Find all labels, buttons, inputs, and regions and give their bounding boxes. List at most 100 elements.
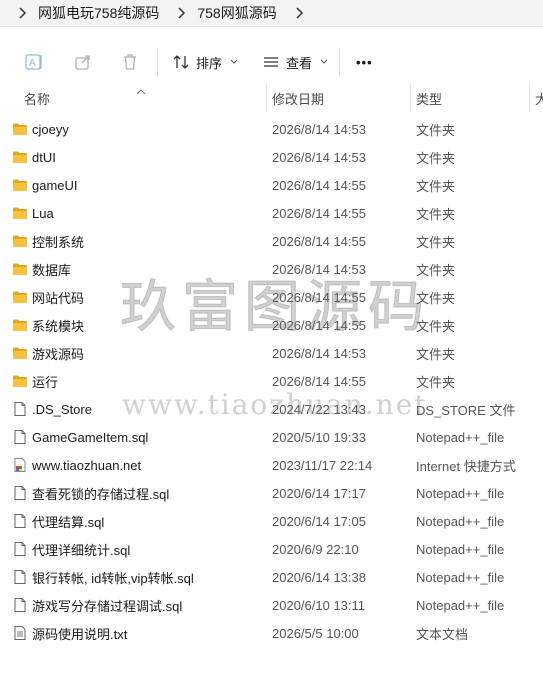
- file-modified-date: 2020/6/14 13:38: [272, 569, 366, 585]
- column-size-header[interactable]: 大: [535, 84, 543, 112]
- list-item[interactable]: 游戏写分存储过程调试.sql 2020/6/10 13:11 Notepad++_f…: [0, 591, 543, 619]
- chevron-down-icon: [320, 59, 328, 64]
- file-type: Notepad++_file: [416, 429, 505, 445]
- sort-button[interactable]: 排序: [172, 50, 238, 74]
- file-icon: [12, 429, 28, 445]
- file-name: 游戏写分存储过程调试.sql: [32, 598, 183, 614]
- sort-icon: [173, 55, 189, 69]
- column-header: 名称 修改日期 类型 大: [0, 84, 543, 112]
- folder-icon: [12, 205, 28, 221]
- file-type: Notepad++_file: [416, 541, 505, 557]
- list-item[interactable]: 游戏源码 2026/8/14 14:53 文件夹: [0, 339, 543, 367]
- file-type: DS_STORE 文件: [416, 402, 516, 418]
- file-name: GameGameItem.sql: [32, 429, 149, 445]
- internet-shortcut-icon: [12, 457, 28, 473]
- folder-icon: [12, 289, 28, 305]
- view-icon: [264, 57, 278, 67]
- sort-label: 排序: [196, 55, 223, 71]
- file-type: Notepad++_file: [416, 513, 505, 529]
- list-item[interactable]: 控制系统 2026/8/14 14:55 文件夹: [0, 227, 543, 255]
- file-icon: [12, 541, 28, 557]
- list-item[interactable]: GameGameItem.sql 2020/5/10 19:33 Notepad++…: [0, 423, 543, 451]
- file-icon: [12, 401, 28, 417]
- column-date-header[interactable]: 修改日期: [272, 84, 324, 112]
- chevron-right-icon[interactable]: [173, 5, 189, 21]
- file-type: 文件夹: [416, 234, 456, 250]
- file-name: 数据库: [32, 262, 72, 278]
- rename-icon[interactable]: A: [23, 51, 45, 73]
- file-modified-date: 2026/8/14 14:55: [272, 177, 366, 193]
- list-item[interactable]: cjoeyy 2026/8/14 14:53 文件夹: [0, 115, 543, 143]
- list-item[interactable]: 代理详细统计.sql 2020/6/9 22:10 Notepad++_file: [0, 535, 543, 563]
- file-name: 代理结算.sql: [32, 514, 105, 530]
- folder-icon: [12, 149, 28, 165]
- file-icon: [12, 597, 28, 613]
- list-item[interactable]: 银行转帐, id转帐,vip转帐.sql 2020/6/14 13:38 Notep…: [0, 563, 543, 591]
- file-type: 文本文档: [416, 626, 469, 642]
- more-options-button[interactable]: •••: [356, 50, 373, 74]
- chevron-right-icon[interactable]: [14, 5, 30, 21]
- file-modified-date: 2026/8/14 14:53: [272, 345, 366, 361]
- folder-icon: [12, 121, 28, 137]
- file-modified-date: 2023/11/17 22:14: [272, 457, 373, 473]
- file-name: 控制系统: [32, 234, 85, 250]
- file-icon: [12, 513, 28, 529]
- file-modified-date: 2026/8/14 14:55: [272, 233, 366, 249]
- folder-icon: [12, 177, 28, 193]
- share-icon[interactable]: [72, 51, 94, 73]
- file-type: Internet 快捷方式: [416, 458, 516, 474]
- toolbar: A 排序 查看 •••: [0, 38, 543, 84]
- list-item[interactable]: 查看死锁的存储过程.sql 2020/6/14 17:17 Notepad++_fi…: [0, 479, 543, 507]
- file-name: 查看死锁的存储过程.sql: [32, 486, 170, 502]
- file-modified-date: 2026/5/5 10:00: [272, 625, 359, 641]
- file-name: 系统模块: [32, 318, 85, 334]
- file-name: .DS_Store: [32, 401, 92, 417]
- file-modified-date: 2026/8/14 14:53: [272, 121, 366, 137]
- view-button[interactable]: 查看: [262, 50, 328, 74]
- folder-icon: [12, 345, 28, 361]
- view-label: 查看: [286, 55, 313, 71]
- file-type: 文件夹: [416, 346, 456, 362]
- file-name: 游戏源码: [32, 346, 85, 362]
- file-modified-date: 2020/6/9 22:10: [272, 541, 359, 557]
- column-name-header[interactable]: 名称: [24, 84, 50, 112]
- list-item[interactable]: www.tiaozhuan.net 2023/11/17 22:14 Interne…: [0, 451, 543, 479]
- list-item[interactable]: 代理结算.sql 2020/6/14 17:05 Notepad++_file: [0, 507, 543, 535]
- list-item[interactable]: dtUI 2026/8/14 14:53 文件夹: [0, 143, 543, 171]
- file-modified-date: 2020/6/14 17:05: [272, 513, 366, 529]
- file-type: 文件夹: [416, 206, 456, 222]
- file-list: cjoeyy 2026/8/14 14:53 文件夹 dtUI 2026/8/14 14…: [0, 115, 543, 647]
- delete-icon[interactable]: [119, 51, 141, 73]
- watermark-text: 玖富图源码: [120, 275, 430, 341]
- file-name: 运行: [32, 374, 59, 390]
- folder-icon: [12, 373, 28, 389]
- breadcrumb-item-root[interactable]: 网狐电玩758纯源码: [38, 3, 159, 23]
- folder-icon: [12, 233, 28, 249]
- file-type: 文件夹: [416, 150, 456, 166]
- breadcrumb-item-current[interactable]: 758网狐源码: [197, 3, 276, 23]
- breadcrumb: 网狐电玩758纯源码 758网狐源码: [0, 0, 543, 27]
- svg-text:A: A: [29, 58, 36, 69]
- column-type-header[interactable]: 类型: [416, 84, 442, 112]
- list-item[interactable]: 源码使用说明.txt 2026/5/5 10:00 文本文档: [0, 619, 543, 647]
- folder-icon: [12, 317, 28, 333]
- file-icon: [12, 485, 28, 501]
- file-type: Notepad++_file: [416, 485, 505, 501]
- text-file-icon: [12, 625, 28, 641]
- file-modified-date: 2020/5/10 19:33: [272, 429, 366, 445]
- file-modified-date: 2026/8/14 14:53: [272, 149, 366, 165]
- file-name: Lua: [32, 205, 54, 221]
- list-item[interactable]: Lua 2026/8/14 14:55 文件夹: [0, 199, 543, 227]
- file-name: gameUI: [32, 177, 78, 193]
- file-name: dtUI: [32, 149, 56, 165]
- file-name: www.tiaozhuan.net: [32, 457, 142, 473]
- chevron-down-icon: [230, 59, 238, 64]
- file-type: 文件夹: [416, 122, 456, 138]
- file-name: 网站代码: [32, 290, 85, 306]
- list-item[interactable]: gameUI 2026/8/14 14:55 文件夹: [0, 171, 543, 199]
- file-type: Notepad++_file: [416, 597, 505, 613]
- file-modified-date: 2020/6/10 13:11: [272, 597, 366, 613]
- file-name: cjoeyy: [32, 121, 69, 137]
- file-name: 银行转帐, id转帐,vip转帐.sql: [32, 570, 194, 586]
- chevron-right-icon[interactable]: [291, 5, 307, 21]
